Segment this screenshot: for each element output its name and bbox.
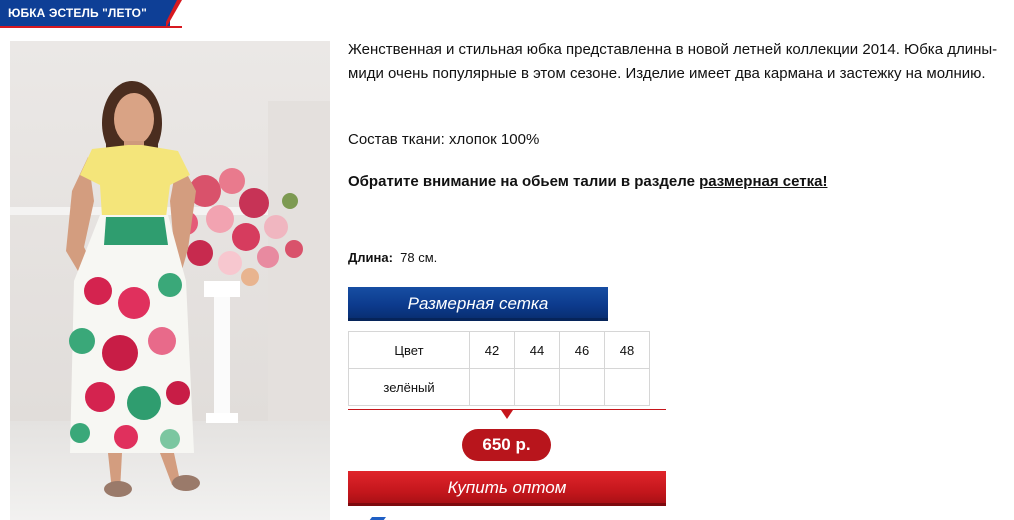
title-tab-slant [163,0,177,28]
fabric-composition: Состав ткани: хлопок 100% [348,131,540,148]
product-description: Женственная и стильная юбка представленн… [348,38,998,86]
header-color: Цвет [348,331,470,369]
notice-text: Обратите внимание на обьем талии в разде… [348,173,700,190]
size-table-header: Цвет 42 44 46 48 [348,331,650,369]
price-badge: 650 р. [462,429,551,461]
table-row: зелёный [348,368,650,406]
description-text: Женственная и стильная юбка представленн… [348,41,998,82]
header-size-48: 48 [604,331,650,369]
length-value: 78 см. [400,250,438,265]
model-image [10,41,330,520]
product-photo[interactable] [10,41,330,520]
title-tab: ЮБКА ЭСТЕЛЬ "ЛЕТО" [0,0,184,28]
title-tab-underline [0,26,182,28]
length-info: Длина: 78 см. [348,249,437,267]
size-table: Цвет 42 44 46 48 зелёный [348,331,650,406]
partial-logo-icon [360,512,396,520]
row-color: зелёный [348,368,470,406]
size-chart-button[interactable]: Размерная сетка [348,287,608,321]
waist-notice: Обратите внимание на обьем талии в разде… [348,170,827,194]
header-size-42: 42 [469,331,515,369]
size-chart-link[interactable]: размерная сетка! [699,173,827,190]
header-size-44: 44 [514,331,560,369]
header-size-46: 46 [559,331,605,369]
quantity-cell-44[interactable] [514,368,560,406]
product-title: ЮБКА ЭСТЕЛЬ "ЛЕТО" [8,6,147,20]
quantity-cell-42[interactable] [469,368,515,406]
price-pointer-icon [501,410,513,419]
buy-wholesale-button[interactable]: Купить оптом [348,471,666,506]
length-label: Длина: [348,250,393,265]
quantity-cell-46[interactable] [559,368,605,406]
quantity-cell-48[interactable] [604,368,650,406]
